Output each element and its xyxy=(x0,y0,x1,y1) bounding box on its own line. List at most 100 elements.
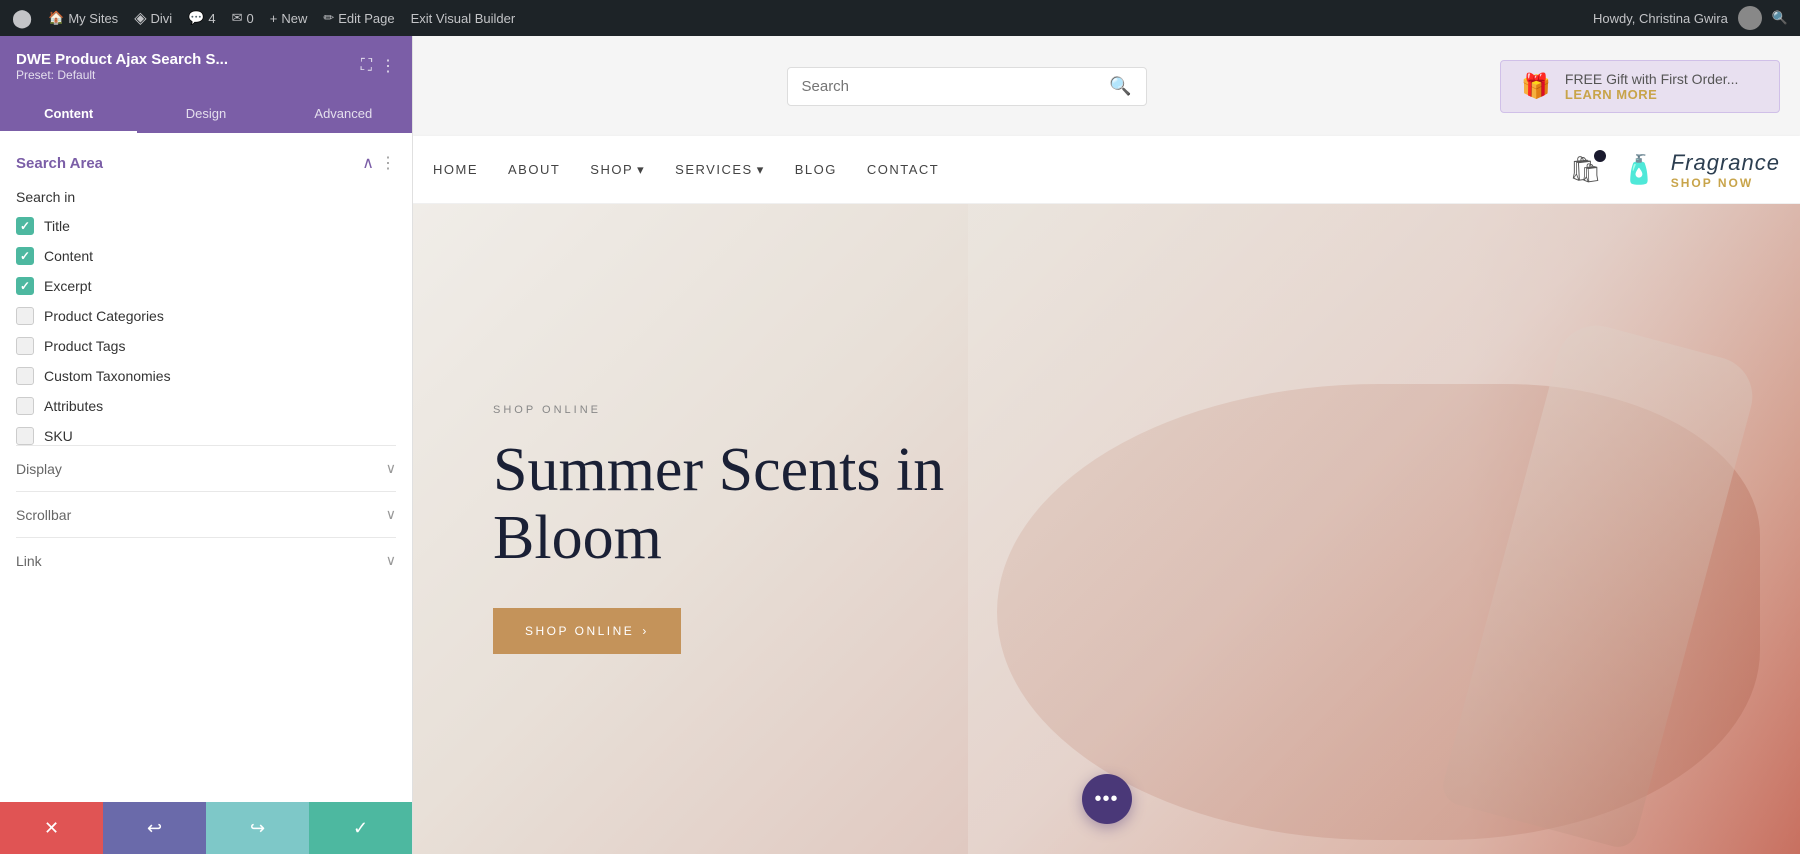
collapsible-link: Link ∨ xyxy=(16,537,396,583)
avatar xyxy=(1738,6,1762,30)
hero-cta-arrow: › xyxy=(642,624,649,638)
collapse-icon[interactable]: ∧ xyxy=(362,153,374,173)
checkbox-product-tags-label[interactable]: Product Tags xyxy=(44,338,125,354)
wp-logo-icon: ⬤ xyxy=(12,8,32,29)
menu-icon[interactable]: ⋮ xyxy=(380,56,396,76)
checkbox-sku-label[interactable]: SKU xyxy=(44,428,73,444)
nav-home[interactable]: HOME xyxy=(433,162,478,177)
promo-text: FREE Gift with First Order... LEARN MORE xyxy=(1565,71,1738,102)
checkbox-content[interactable] xyxy=(16,247,34,265)
checkbox-sku[interactable] xyxy=(16,427,34,445)
wp-logo-button[interactable]: ⬤ xyxy=(12,8,32,29)
admin-bar-right: Howdy, Christina Gwira 🔍 xyxy=(1593,6,1788,30)
hero-title: Summer Scents in Bloom xyxy=(493,436,944,572)
promo-learn-more-link[interactable]: LEARN MORE xyxy=(1565,87,1738,102)
collapsible-display-header[interactable]: Display ∨ xyxy=(16,460,396,477)
checkbox-attributes[interactable] xyxy=(16,397,34,415)
checkbox-title[interactable] xyxy=(16,217,34,235)
nav-services[interactable]: SERVICES ▾ xyxy=(675,162,765,178)
comments-button[interactable]: 💬 4 xyxy=(188,10,215,26)
checkbox-excerpt[interactable] xyxy=(16,277,34,295)
checkbox-attributes-label[interactable]: Attributes xyxy=(44,398,103,414)
collapsible-scrollbar-title: Scrollbar xyxy=(16,507,71,523)
exit-builder-button[interactable]: Exit Visual Builder xyxy=(411,11,516,26)
nav-bar: HOME ABOUT SHOP ▾ SERVICES ▾ BLOG CONTAC… xyxy=(413,136,1800,204)
nav-links: HOME ABOUT SHOP ▾ SERVICES ▾ BLOG CONTAC… xyxy=(433,162,939,178)
nav-blog[interactable]: BLOG xyxy=(795,162,837,177)
hero-image-overlay xyxy=(968,204,1800,854)
chevron-down-icon-scrollbar: ∨ xyxy=(386,506,396,523)
hero-section: SHOP ONLINE Summer Scents in Bloom SHOP … xyxy=(413,204,1800,854)
panel-header-text: DWE Product Ajax Search S... Preset: Def… xyxy=(16,51,228,82)
collapsible-link-title: Link xyxy=(16,553,42,569)
tab-content[interactable]: Content xyxy=(0,96,137,133)
messages-icon: ✉ xyxy=(232,10,243,26)
search-area-section-header: Search Area ∧ ⋮ xyxy=(16,153,396,173)
search-icon: 🔍 xyxy=(1109,76,1131,97)
fragrance-promo: 🧴 Fragrance SHOP NOW xyxy=(1622,150,1780,190)
checkbox-item-sku: SKU xyxy=(16,427,396,445)
resize-icon[interactable]: ⛶ xyxy=(361,57,372,75)
section-menu-icon[interactable]: ⋮ xyxy=(380,153,396,173)
panel-footer: ✕ ↩ ↪ ✓ xyxy=(0,802,412,854)
panel-tabs: Content Design Advanced xyxy=(0,96,412,133)
search-in-label: Search in xyxy=(16,189,396,205)
sites-icon: 🏠 xyxy=(48,10,64,26)
fab-dots-icon: ••• xyxy=(1094,788,1118,811)
checkbox-product-categories[interactable] xyxy=(16,307,34,325)
promo-main-text: FREE Gift with First Order... xyxy=(1565,71,1738,87)
cancel-button[interactable]: ✕ xyxy=(0,802,103,854)
nav-shop[interactable]: SHOP ▾ xyxy=(590,162,645,178)
right-content: 🔍 🎁 FREE Gift with First Order... LEARN … xyxy=(413,36,1800,854)
fragrance-promo-text: Fragrance SHOP NOW xyxy=(1671,150,1780,190)
howdy-text: Howdy, Christina Gwira xyxy=(1593,11,1728,26)
left-panel: DWE Product Ajax Search S... Preset: Def… xyxy=(0,36,413,854)
checkbox-custom-taxonomies[interactable] xyxy=(16,367,34,385)
fragrance-bottle-icon: 🧴 xyxy=(1622,153,1657,186)
section-header-icons: ∧ ⋮ xyxy=(362,153,396,173)
cart-badge xyxy=(1594,150,1606,162)
nav-contact[interactable]: CONTACT xyxy=(867,162,939,177)
checkbox-product-categories-label[interactable]: Product Categories xyxy=(44,308,164,324)
search-input[interactable] xyxy=(802,78,1100,95)
checkbox-item-title: Title xyxy=(16,217,396,235)
nav-right: 🛍 🧴 Fragrance SHOP NOW xyxy=(1569,150,1780,190)
divi-button[interactable]: ◈ Divi xyxy=(134,8,172,28)
collapsible-scrollbar-header[interactable]: Scrollbar ∨ xyxy=(16,506,396,523)
checkbox-custom-taxonomies-label[interactable]: Custom Taxonomies xyxy=(44,368,171,384)
new-button[interactable]: + New xyxy=(270,11,308,26)
tab-advanced[interactable]: Advanced xyxy=(275,96,412,133)
tab-design[interactable]: Design xyxy=(137,96,274,133)
cart-button[interactable]: 🛍 xyxy=(1569,154,1602,185)
checkbox-excerpt-label[interactable]: Excerpt xyxy=(44,278,91,294)
panel-title: DWE Product Ajax Search S... xyxy=(16,51,228,68)
panel-header: DWE Product Ajax Search S... Preset: Def… xyxy=(0,36,412,96)
pencil-icon: ✏ xyxy=(323,10,334,26)
shop-dropdown-icon: ▾ xyxy=(637,162,645,178)
fragrance-shop-now-link[interactable]: SHOP NOW xyxy=(1671,176,1780,190)
hero-cta-button[interactable]: SHOP ONLINE › xyxy=(493,608,681,654)
messages-button[interactable]: ✉ 0 xyxy=(232,10,254,26)
checkbox-item-product-tags: Product Tags xyxy=(16,337,396,355)
checkbox-content-label[interactable]: Content xyxy=(44,248,93,264)
redo-button[interactable]: ↪ xyxy=(206,802,309,854)
main-layout: DWE Product Ajax Search S... Preset: Def… xyxy=(0,36,1800,854)
plus-icon: + xyxy=(270,11,278,26)
search-area-title: Search Area xyxy=(16,155,103,172)
top-bar: 🔍 🎁 FREE Gift with First Order... LEARN … xyxy=(413,36,1800,136)
undo-button[interactable]: ↩ xyxy=(103,802,206,854)
checkbox-title-label[interactable]: Title xyxy=(44,218,70,234)
collapsible-display-title: Display xyxy=(16,461,62,477)
checkbox-item-product-categories: Product Categories xyxy=(16,307,396,325)
wp-admin-bar: ⬤ 🏠 My Sites ◈ Divi 💬 4 ✉ 0 + New ✏ Edit… xyxy=(0,0,1800,36)
edit-page-button[interactable]: ✏ Edit Page xyxy=(323,10,394,26)
my-sites-button[interactable]: 🏠 My Sites xyxy=(48,10,118,26)
checkbox-product-tags[interactable] xyxy=(16,337,34,355)
fab-button[interactable]: ••• xyxy=(1082,774,1132,824)
confirm-button[interactable]: ✓ xyxy=(309,802,412,854)
panel-header-icons: ⛶ ⋮ xyxy=(361,56,396,76)
search-admin-icon[interactable]: 🔍 xyxy=(1772,10,1788,26)
nav-about[interactable]: ABOUT xyxy=(508,162,560,177)
services-dropdown-icon: ▾ xyxy=(757,162,765,178)
collapsible-link-header[interactable]: Link ∨ xyxy=(16,552,396,569)
